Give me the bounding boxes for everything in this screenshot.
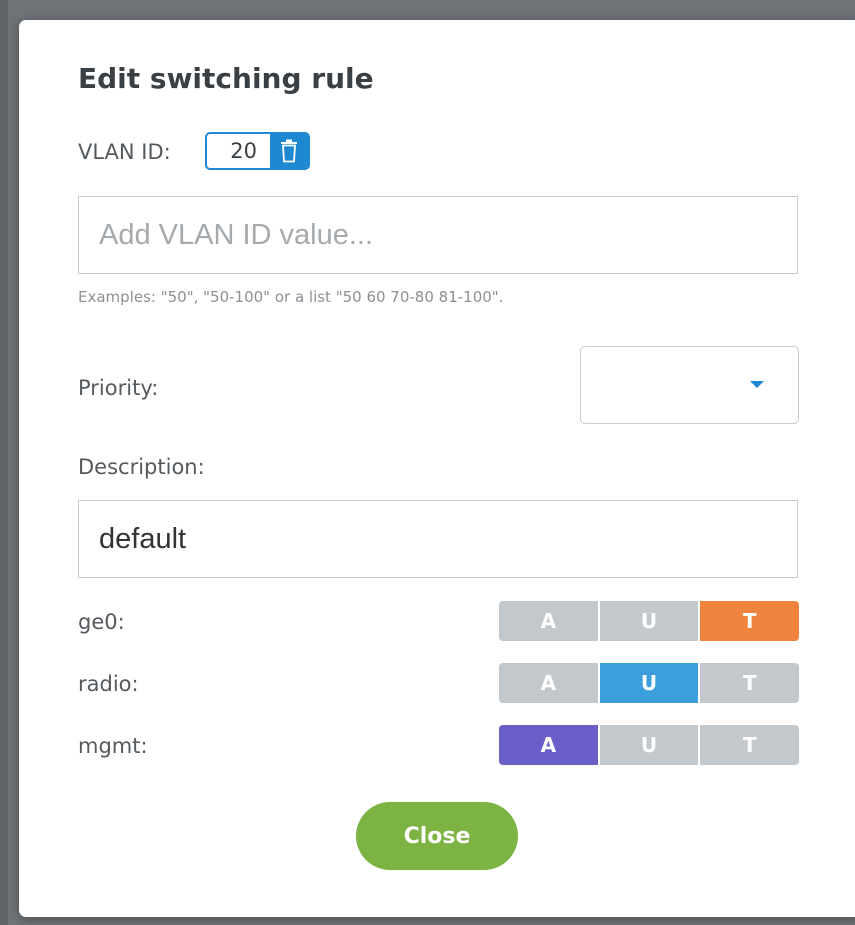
vlan-id-input[interactable] [78,196,798,274]
mode-option-t[interactable]: T [700,601,799,641]
priority-select[interactable] [580,346,799,424]
vlan-id-label: VLAN ID: [78,140,171,164]
priority-label: Priority: [78,376,159,400]
page-backdrop [0,0,8,925]
mode-option-t[interactable]: T [700,663,799,703]
mode-toggle-mgmt: A U T [499,725,799,765]
vlan-id-chip: 20 [205,132,310,170]
description-label: Description: [78,455,205,479]
trash-icon [281,139,297,163]
vlan-id-hint: Examples: "50", "50-100" or a list "50 6… [78,288,504,306]
edit-switching-rule-dialog: Edit switching rule VLAN ID: 20 Examples… [19,20,855,917]
mode-option-a[interactable]: A [499,601,600,641]
mode-toggle-ge0: A U T [499,601,799,641]
mode-option-u[interactable]: U [599,663,701,703]
description-input[interactable] [78,500,798,578]
vlan-id-chip-value: 20 [230,139,257,163]
dialog-title: Edit switching rule [78,62,374,95]
interface-label-mgmt: mgmt: [78,734,148,758]
vlan-chip-delete-button[interactable] [270,134,308,168]
caret-down-icon [750,381,764,388]
interface-label-ge0: ge0: [78,610,125,634]
mode-option-u[interactable]: U [599,601,701,641]
interface-label-radio: radio: [78,672,139,696]
mode-option-t[interactable]: T [700,725,799,765]
mode-toggle-radio: A U T [499,663,799,703]
close-button[interactable]: Close [356,802,518,870]
mode-option-u[interactable]: U [599,725,701,765]
mode-option-a[interactable]: A [499,725,600,765]
mode-option-a[interactable]: A [499,663,600,703]
